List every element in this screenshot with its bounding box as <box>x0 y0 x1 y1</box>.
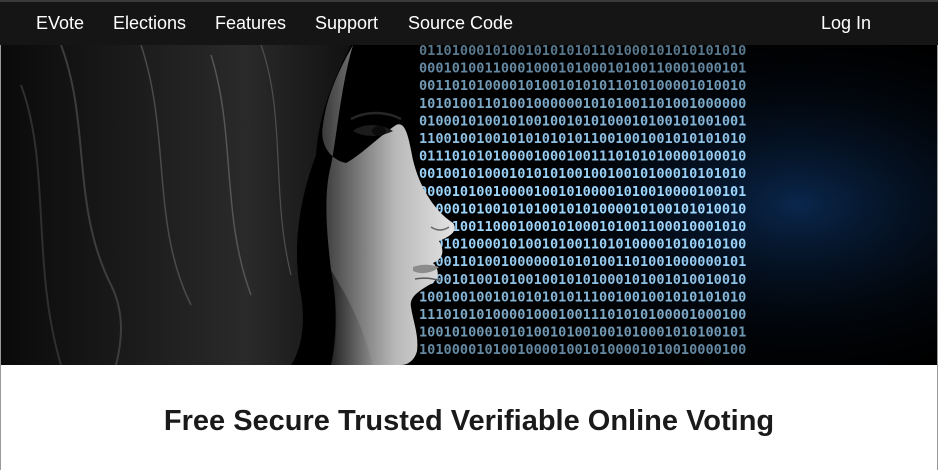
nav-support-link[interactable]: Support <box>315 13 378 34</box>
binary-row: 1110101010000100010011101010100001000100 <box>419 307 746 323</box>
login-link[interactable]: Log In <box>821 13 871 34</box>
binary-row: 0100010100101001001010100010100101001001 <box>419 113 746 129</box>
binary-row: 0010010100010101010010010010100010101010 <box>419 166 746 182</box>
binary-row: 0000101001000010010100001010010000100101 <box>419 184 746 200</box>
binary-row: 0010100110001000101000101001100010001010 <box>419 219 746 235</box>
binary-row: 1010000101001000010010100001010010000100 <box>419 342 746 358</box>
page-tagline: Free Secure Trusted Verifiable Online Vo… <box>163 405 775 437</box>
binary-row: 1000101001010010010101000101001010010010 <box>419 272 746 288</box>
nav-elections-link[interactable]: Elections <box>113 13 186 34</box>
binary-row: 1010100110100100000010101001101001000000 <box>419 96 746 112</box>
binary-row: 1001001001010101010111001001001010101010 <box>419 289 746 305</box>
binary-row: 1100100100101010101011001001001010101010 <box>419 131 746 147</box>
binary-row: 0111010101000010001001110101010000100010 <box>419 149 746 165</box>
nav-features-link[interactable]: Features <box>215 13 286 34</box>
binary-row: 1000010100101010010101000010100101010010 <box>419 201 746 217</box>
top-navbar: EVote Elections Features Support Source … <box>0 0 938 45</box>
brand-link[interactable]: EVote <box>36 13 84 34</box>
nav-source-code-link[interactable]: Source Code <box>408 13 513 34</box>
binary-row: 0100110100100000010101001101001000000101 <box>419 254 746 270</box>
binary-row: 0011010100001010010101011010100001010010 <box>419 78 746 94</box>
binary-code-pattern: 0110100010100101010101101000101010101010… <box>419 45 746 358</box>
binary-row: 0110100010100101010101101000101010101010 <box>419 45 746 59</box>
binary-row: 1001010001010100101001001010001010100101 <box>419 325 746 341</box>
hero-banner-image: 0110100010100101010101101000101010101010… <box>1 45 937 365</box>
binary-row: 0001010011000100010100010100110001000101 <box>419 61 746 77</box>
binary-row: 1101010000101001010011010100001010010100 <box>419 237 746 253</box>
